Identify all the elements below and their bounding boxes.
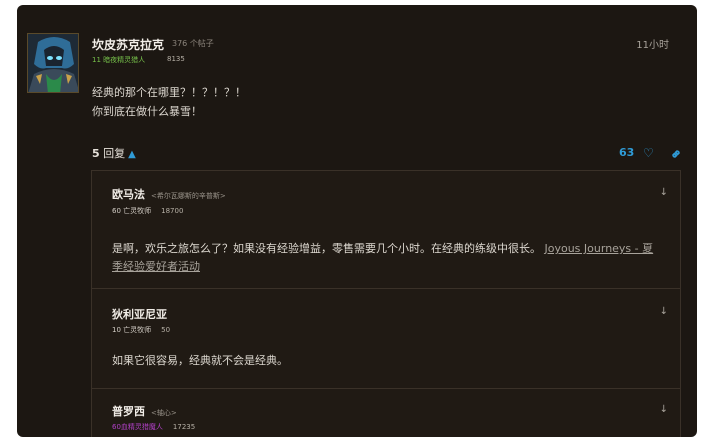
avatar[interactable] [27, 33, 79, 93]
reply-text: 是啊，欢乐之旅怎么了？如果没有经验增益，零售需要几个小时。在经典的练级中很长。 … [112, 240, 662, 276]
reply-author[interactable]: 普罗西 <轴心> [112, 403, 177, 419]
post-count: 376 个帖子 [172, 39, 214, 48]
post-author[interactable]: 坎皮苏克拉克 [92, 36, 164, 53]
reply-meta: 60 亡灵牧师 18700 [112, 206, 183, 216]
reply-score: 18700 [161, 207, 184, 215]
reply-score: 50 [161, 326, 171, 334]
arrow-down-icon[interactable]: ↓ [660, 404, 668, 415]
replies-count: 5 [92, 147, 100, 160]
reply-guild: <轴心> [151, 409, 177, 417]
reply-guild: <希尔瓦娜斯的辛普斯> [151, 192, 226, 200]
reply-author[interactable]: 狄利亚尼亚 [112, 306, 167, 322]
reply-rank: 10 亡灵牧师 [112, 326, 152, 334]
reply-item: 狄利亚尼亚 ↓ 10 亡灵牧师 50 如果它很容易，经典就不会是经典。 [92, 289, 680, 387]
avatar-image [28, 34, 78, 92]
reply-author[interactable]: 欧马法 <希尔瓦娜斯的辛普斯> [112, 186, 226, 202]
like-count: 63 [619, 146, 635, 159]
reply-author-name[interactable]: 欧马法 [112, 188, 145, 201]
post-body-line: 经典的那个在哪里？！？！？！ [92, 86, 246, 99]
replies-label: 回复 [103, 147, 126, 160]
link-icon[interactable] [670, 145, 682, 164]
reply-body: 是啊，欢乐之旅怎么了？如果没有经验增益，零售需要几个小时。在经典的练级中很长。 [112, 242, 541, 255]
reply-item: 普罗西 <轴心> ↓ 60血精灵猎魔人 17235 [92, 389, 680, 437]
post-time: 11小时 [636, 40, 669, 51]
chevron-up-icon: ▲ [128, 149, 136, 160]
arrow-down-icon[interactable]: ↓ [660, 187, 668, 198]
replies-toggle[interactable]: 5 回复 ▲ [92, 145, 136, 161]
reply-meta: 60血精灵猎魔人 17235 [112, 422, 195, 432]
reply-rank: 60 亡灵牧师 [112, 207, 152, 215]
heart-icon[interactable]: ♡ [643, 146, 654, 160]
reply-score: 17235 [172, 423, 196, 431]
reply-author-name[interactable]: 普罗西 [112, 405, 145, 418]
reply-text: 如果它很容易，经典就不会是经典。 [112, 354, 288, 367]
reply-item: 欧马法 <希尔瓦娜斯的辛普斯> ↓ 60 亡灵牧师 18700 是啊，欢乐之旅怎么了… [92, 171, 680, 288]
achievement-score: 8135 [167, 55, 185, 63]
replies-list: 欧马法 <希尔瓦娜斯的辛普斯> ↓ 60 亡灵牧师 18700 是啊，欢乐之旅怎么了… [91, 170, 681, 437]
reply-rank: 60血精灵猎魔人 [112, 423, 163, 431]
reply-meta: 10 亡灵牧师 50 [112, 325, 170, 335]
author-rank: 11 暗夜精灵猎人 [92, 56, 146, 64]
arrow-down-icon[interactable]: ↓ [660, 306, 668, 317]
post-body-line: 你到底在做什么暴雪！ [92, 105, 202, 118]
post-card: 坎皮苏克拉克 376 个帖子 11 暗夜精灵猎人 8135 11小时 经典的那个… [17, 5, 697, 437]
